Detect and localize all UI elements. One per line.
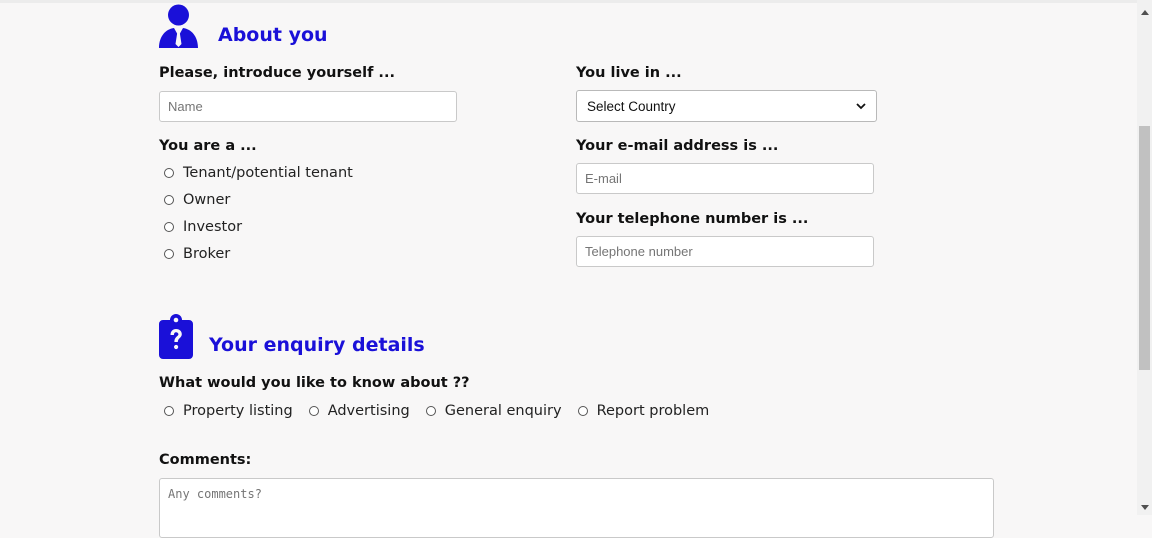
topic-option-report-problem[interactable]: Report problem bbox=[577, 403, 710, 419]
about-section-title: About you bbox=[218, 24, 328, 46]
role-option-owner[interactable]: Owner bbox=[164, 192, 230, 208]
chevron-down-icon bbox=[856, 102, 866, 109]
scroll-up-arrow-icon[interactable] bbox=[1137, 5, 1152, 19]
role-option-investor[interactable]: Investor bbox=[164, 219, 242, 235]
topic-option-property-listing[interactable]: Property listing bbox=[164, 403, 293, 419]
role-option-label: Tenant/potential tenant bbox=[183, 165, 353, 181]
scroll-down-arrow-icon[interactable] bbox=[1137, 500, 1152, 514]
enquiry-section-title: Your enquiry details bbox=[209, 334, 425, 356]
radio-button[interactable] bbox=[164, 222, 174, 232]
name-input[interactable] bbox=[159, 91, 457, 122]
comments-label: Comments: bbox=[159, 452, 252, 468]
topic-option-label: Property listing bbox=[183, 403, 293, 419]
topic-option-label: General enquiry bbox=[444, 403, 562, 419]
country-select-value: Select Country bbox=[587, 98, 676, 114]
radio-button[interactable] bbox=[164, 195, 174, 205]
clipboard-question-icon bbox=[159, 314, 193, 359]
role-option-broker[interactable]: Broker bbox=[164, 246, 230, 262]
topic-label: What would you like to know about ?? bbox=[159, 375, 470, 391]
radio-button[interactable] bbox=[308, 406, 319, 416]
topic-option-label: Advertising bbox=[327, 403, 410, 419]
email-input[interactable] bbox=[576, 163, 874, 194]
role-option-label: Owner bbox=[183, 192, 231, 208]
role-option-label: Broker bbox=[183, 246, 231, 262]
user-tie-icon bbox=[159, 4, 198, 48]
enquiry-form: About you Please, introduce yourself ...… bbox=[0, 0, 1137, 538]
scrollbar-thumb[interactable] bbox=[1139, 126, 1150, 370]
comments-textarea[interactable] bbox=[159, 478, 994, 538]
phone-label: Your telephone number is ... bbox=[576, 211, 809, 227]
topic-option-label: Report problem bbox=[596, 403, 710, 419]
role-option-label: Investor bbox=[183, 219, 243, 235]
role-label: You are a ... bbox=[159, 138, 257, 154]
role-option-tenant[interactable]: Tenant/potential tenant bbox=[164, 165, 353, 181]
country-label: You live in ... bbox=[576, 65, 682, 81]
topic-options: Property listing Advertising General enq… bbox=[164, 403, 725, 419]
radio-button[interactable] bbox=[425, 406, 436, 416]
email-label: Your e-mail address is ... bbox=[576, 138, 779, 154]
radio-button[interactable] bbox=[164, 249, 174, 259]
radio-button[interactable] bbox=[164, 168, 174, 178]
topic-option-advertising[interactable]: Advertising bbox=[308, 403, 410, 419]
radio-button[interactable] bbox=[577, 406, 588, 416]
phone-input[interactable] bbox=[576, 236, 874, 267]
topic-option-general-enquiry[interactable]: General enquiry bbox=[425, 403, 562, 419]
radio-button[interactable] bbox=[164, 406, 174, 416]
country-select[interactable]: Select Country bbox=[576, 90, 877, 122]
name-label: Please, introduce yourself ... bbox=[159, 65, 395, 81]
